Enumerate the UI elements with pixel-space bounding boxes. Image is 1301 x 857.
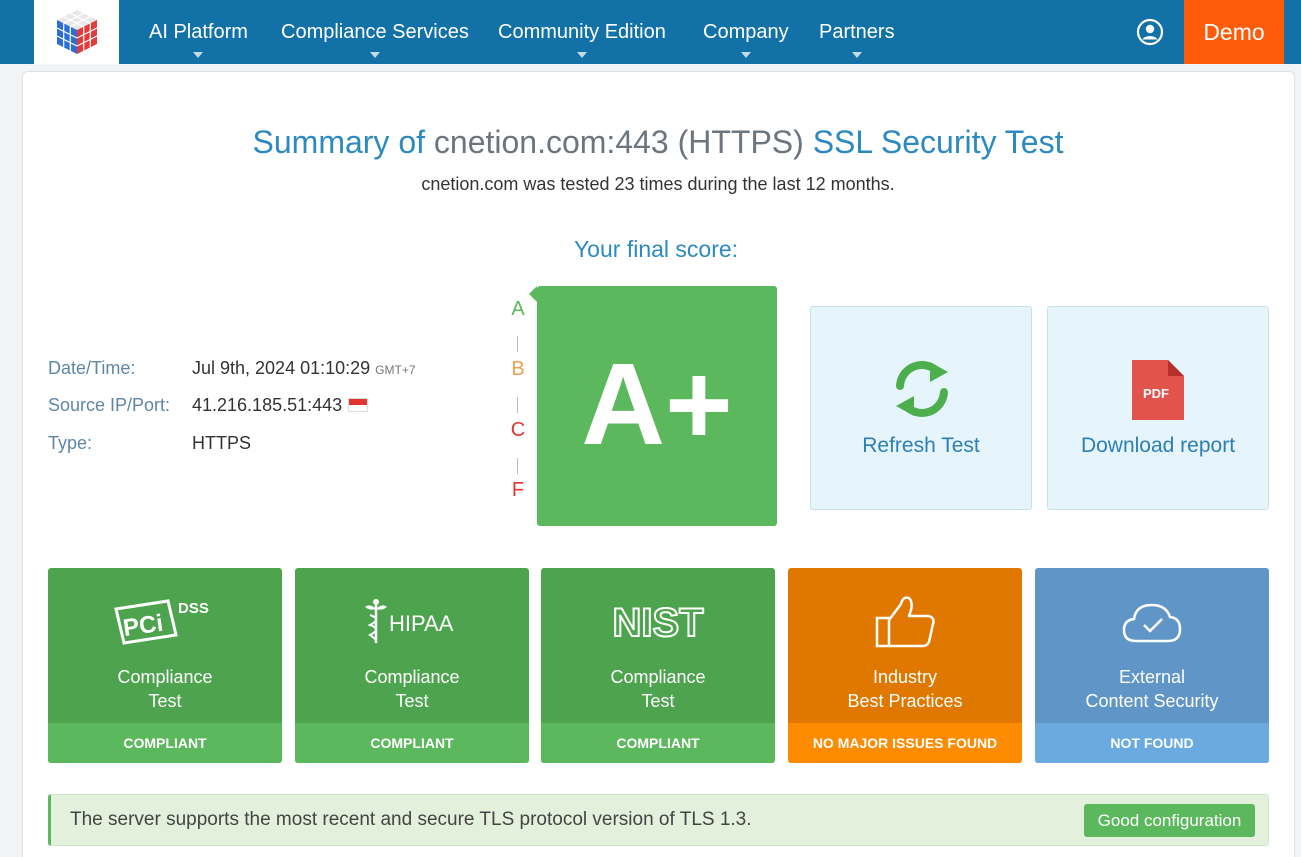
top-nav: AI Platform Compliance Services Communit… <box>0 0 1301 64</box>
caret-down-icon <box>740 52 751 58</box>
type-label: Type: <box>48 433 93 453</box>
hipaa-logo: HIPAA <box>295 592 529 652</box>
compliance-status: NOT FOUND <box>1035 723 1269 763</box>
scale-divider <box>517 397 518 413</box>
nav-label: Compliance Services <box>281 21 469 43</box>
compliance-status: COMPLIANT <box>541 723 775 763</box>
nav-label: Partners <box>819 21 895 43</box>
cloud-check-icon <box>1122 603 1182 643</box>
card-title: Compliance Test <box>295 665 529 713</box>
nav-compliance-services[interactable]: Compliance Services <box>281 0 469 64</box>
card-title: Compliance Test <box>541 665 775 713</box>
card-title-line2: Test <box>395 691 429 711</box>
card-title: Compliance Test <box>48 665 282 713</box>
nav-label: AI Platform <box>149 21 248 43</box>
scale-letter-b: B <box>511 358 525 380</box>
nist-logo: NIST <box>541 592 775 652</box>
card-title-line2: Best Practices <box>847 691 963 711</box>
title-host: cnetion.com:443 (HTTPS) <box>433 124 804 160</box>
pci-dss-logo: PCi DSS <box>48 592 282 652</box>
date-value: Jul 9th, 2024 01:10:29 GMT+7 <box>192 358 416 379</box>
tls-alert: The server supports the most recent and … <box>48 794 1269 846</box>
alert-message: The server supports the most recent and … <box>70 809 752 830</box>
cube-logo-icon <box>56 10 97 54</box>
final-score-label: Your final score: <box>573 236 739 262</box>
nav-label: Company <box>703 21 789 43</box>
source-value: 41.216.185.51:443 <box>192 395 369 416</box>
refresh-test-button[interactable]: Refresh Test <box>810 306 1032 510</box>
nav-community-edition[interactable]: Community Edition <box>498 0 666 64</box>
card-title-line1: Industry <box>872 667 938 687</box>
caret-down-icon <box>576 52 587 58</box>
card-title: Industry Best Practices <box>788 665 1022 713</box>
card-title-line2: Content Security <box>1085 691 1219 711</box>
refresh-test-label: Refresh Test <box>862 434 980 457</box>
good-configuration-badge: Good configuration <box>1084 804 1255 837</box>
compliance-status: NO MAJOR ISSUES FOUND <box>788 723 1022 763</box>
card-title: External Content Security <box>1035 665 1269 713</box>
download-report-label: Download report <box>1080 434 1236 457</box>
nav-ai-platform[interactable]: AI Platform <box>149 0 248 64</box>
type-value: HTTPS <box>192 433 252 453</box>
card-title-line1: Compliance <box>610 667 706 687</box>
caret-down-icon <box>369 52 380 58</box>
date-label: Date/Time: <box>48 358 136 378</box>
download-report-button[interactable]: PDF Download report <box>1047 306 1269 510</box>
hipaa-logo-text: HIPAA <box>389 611 454 636</box>
card-title-line1: Compliance <box>364 667 460 687</box>
final-grade: A+ <box>529 286 777 526</box>
title-suffix: SSL Security Test <box>803 124 1064 160</box>
nist-card[interactable]: NIST Compliance Test COMPLIANT <box>541 568 775 763</box>
pdf-text: PDF <box>1143 386 1169 401</box>
date-text: Jul 9th, 2024 01:10:29 <box>192 358 371 378</box>
caret-down-icon <box>193 52 204 58</box>
singapore-flag-icon <box>348 398 369 412</box>
card-title-line1: Compliance <box>117 667 213 687</box>
nav-label: Community Edition <box>498 21 666 43</box>
card-title-line1: External <box>1118 667 1186 687</box>
user-circle-icon[interactable] <box>1136 18 1164 46</box>
thumbs-up-icon <box>875 596 935 648</box>
timezone: GMT+7 <box>375 363 416 377</box>
card-title-line2: Test <box>148 691 182 711</box>
pci-logo-text: PCi <box>121 610 164 642</box>
thumbs-up-icon-wrap <box>788 592 1022 652</box>
external-content-card[interactable]: External Content Security NOT FOUND <box>1035 568 1269 763</box>
dss-logo-text: DSS <box>178 600 209 617</box>
test-count-text: cnetion.com was tested 23 times during t… <box>421 174 895 194</box>
scale-letter-c: C <box>510 419 526 441</box>
best-practices-card[interactable]: Industry Best Practices NO MAJOR ISSUES F… <box>788 568 1022 763</box>
nav-company[interactable]: Company <box>703 0 789 64</box>
pci-dss-card[interactable]: PCi DSS Compliance Test COMPLIANT <box>48 568 282 763</box>
logo[interactable] <box>34 0 119 64</box>
title-prefix: Summary of <box>252 124 434 160</box>
refresh-icon <box>896 361 948 417</box>
demo-button[interactable]: Demo <box>1184 0 1284 64</box>
caret-down-icon <box>851 52 862 58</box>
scale-letter-a: A <box>511 298 525 320</box>
nist-logo-text: NIST <box>612 601 703 644</box>
scale-letter-f: F <box>511 479 525 501</box>
card-title-line2: Test <box>641 691 675 711</box>
hipaa-card[interactable]: HIPAA Compliance Test COMPLIANT <box>295 568 529 763</box>
compliance-status: COMPLIANT <box>295 723 529 763</box>
scale-divider <box>517 458 518 474</box>
nav-partners[interactable]: Partners <box>819 0 895 64</box>
page-title: Summary of cnetion.com:443 (HTTPS) SSL S… <box>0 124 1301 161</box>
scale-divider <box>517 336 518 352</box>
compliance-status: COMPLIANT <box>48 723 282 763</box>
source-label: Source IP/Port: <box>48 395 171 415</box>
source-ip: 41.216.185.51:443 <box>192 395 343 415</box>
cloud-check-icon-wrap <box>1035 592 1269 652</box>
caduceus-icon: HIPAA <box>365 599 454 643</box>
pdf-file-icon: PDF <box>1132 360 1184 420</box>
